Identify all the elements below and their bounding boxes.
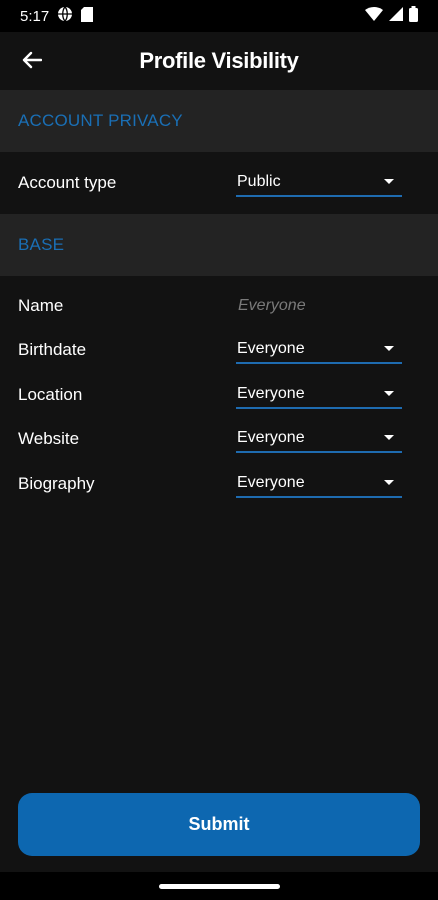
app-bar: Profile Visibility bbox=[0, 32, 438, 90]
website-label: Website bbox=[18, 429, 80, 448]
location-value: Everyone bbox=[237, 385, 305, 402]
location-select[interactable]: Everyone bbox=[236, 381, 402, 409]
wifi-icon bbox=[365, 6, 383, 26]
page-title: Profile Visibility bbox=[139, 48, 299, 73]
name-value: Everyone bbox=[238, 297, 306, 314]
section-header-account-privacy: ACCOUNT PRIVACY bbox=[0, 90, 438, 152]
website-select[interactable]: Everyone bbox=[236, 425, 402, 453]
biography-value: Everyone bbox=[237, 474, 305, 491]
row-website: Website Everyone bbox=[0, 417, 438, 461]
battery-icon bbox=[409, 5, 418, 27]
birthdate-label: Birthdate bbox=[18, 340, 87, 359]
globe-icon bbox=[57, 6, 73, 26]
sd-card-icon bbox=[81, 6, 94, 26]
submit-button[interactable]: Submit bbox=[18, 793, 420, 856]
biography-select[interactable]: Everyone bbox=[236, 470, 402, 498]
dropdown-arrow-icon bbox=[384, 435, 394, 440]
row-location: Location Everyone bbox=[0, 373, 438, 417]
birthdate-value: Everyone bbox=[237, 340, 305, 357]
status-right bbox=[365, 5, 418, 27]
row-biography: Biography Everyone bbox=[0, 462, 438, 506]
dropdown-arrow-icon bbox=[384, 179, 394, 184]
signal-icon bbox=[389, 6, 403, 26]
dropdown-arrow-icon bbox=[384, 480, 394, 485]
section-header-base: BASE bbox=[0, 214, 438, 276]
account-type-select[interactable]: Public bbox=[236, 169, 402, 197]
dropdown-arrow-icon bbox=[384, 346, 394, 351]
row-name: Name Everyone bbox=[0, 284, 438, 328]
account-type-value: Public bbox=[237, 173, 281, 190]
status-left: 5:17 bbox=[20, 6, 94, 26]
status-time: 5:17 bbox=[20, 7, 50, 25]
website-value: Everyone bbox=[237, 429, 305, 446]
row-account-type: Account type Public bbox=[0, 161, 438, 205]
system-nav-bar bbox=[0, 872, 438, 900]
biography-label: Biography bbox=[18, 474, 95, 493]
status-bar: 5:17 bbox=[0, 0, 438, 32]
row-birthdate: Birthdate Everyone bbox=[0, 328, 438, 372]
account-type-label: Account type bbox=[18, 173, 117, 192]
location-label: Location bbox=[18, 385, 83, 404]
name-label: Name bbox=[18, 296, 64, 315]
birthdate-select[interactable]: Everyone bbox=[236, 336, 402, 364]
home-indicator[interactable] bbox=[159, 884, 280, 889]
dropdown-arrow-icon bbox=[384, 391, 394, 396]
